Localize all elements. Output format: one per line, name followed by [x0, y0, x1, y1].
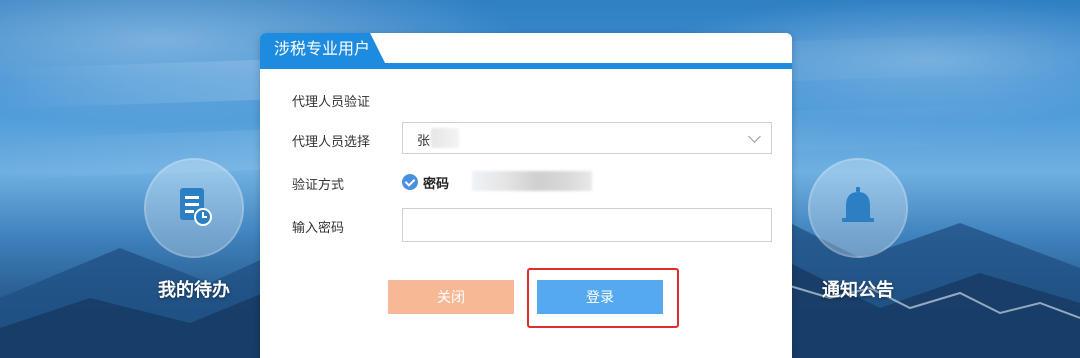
agent-select-label: 代理人员选择 [292, 135, 371, 150]
login-button[interactable]: 登录 [537, 280, 663, 314]
agent-verification-dialog: 涉税专业用户 代理人员验证 代理人员选择 张 验证方式 密码 输入密码 关闭 登… [260, 33, 792, 358]
agent-select[interactable]: 张 [402, 122, 772, 154]
dialog-tab-title: 涉税专业用户 [260, 33, 388, 69]
redacted-name [431, 128, 459, 148]
dialog-header: 涉税专业用户 [260, 33, 792, 69]
document-clock-icon [174, 184, 214, 232]
bell-icon [838, 184, 878, 232]
password-radio-checked-icon[interactable] [402, 174, 418, 190]
chevron-down-icon [748, 130, 761, 143]
notice-label: 通知公告 [822, 280, 894, 301]
my-todo-tile[interactable]: 我的待办 [124, 158, 264, 302]
password-input[interactable] [402, 208, 772, 242]
my-todo-label: 我的待办 [158, 280, 230, 301]
notice-tile[interactable]: 通知公告 [788, 158, 928, 302]
password-label: 输入密码 [292, 221, 345, 236]
auth-method-label: 验证方式 [292, 178, 345, 193]
section-title: 代理人员验证 [292, 95, 371, 110]
close-button[interactable]: 关闭 [388, 280, 514, 314]
redacted-info [472, 171, 592, 191]
password-radio-label[interactable]: 密码 [423, 173, 449, 192]
notice-circle [808, 158, 908, 258]
agent-select-value: 张 [417, 134, 431, 149]
my-todo-circle [144, 158, 244, 258]
